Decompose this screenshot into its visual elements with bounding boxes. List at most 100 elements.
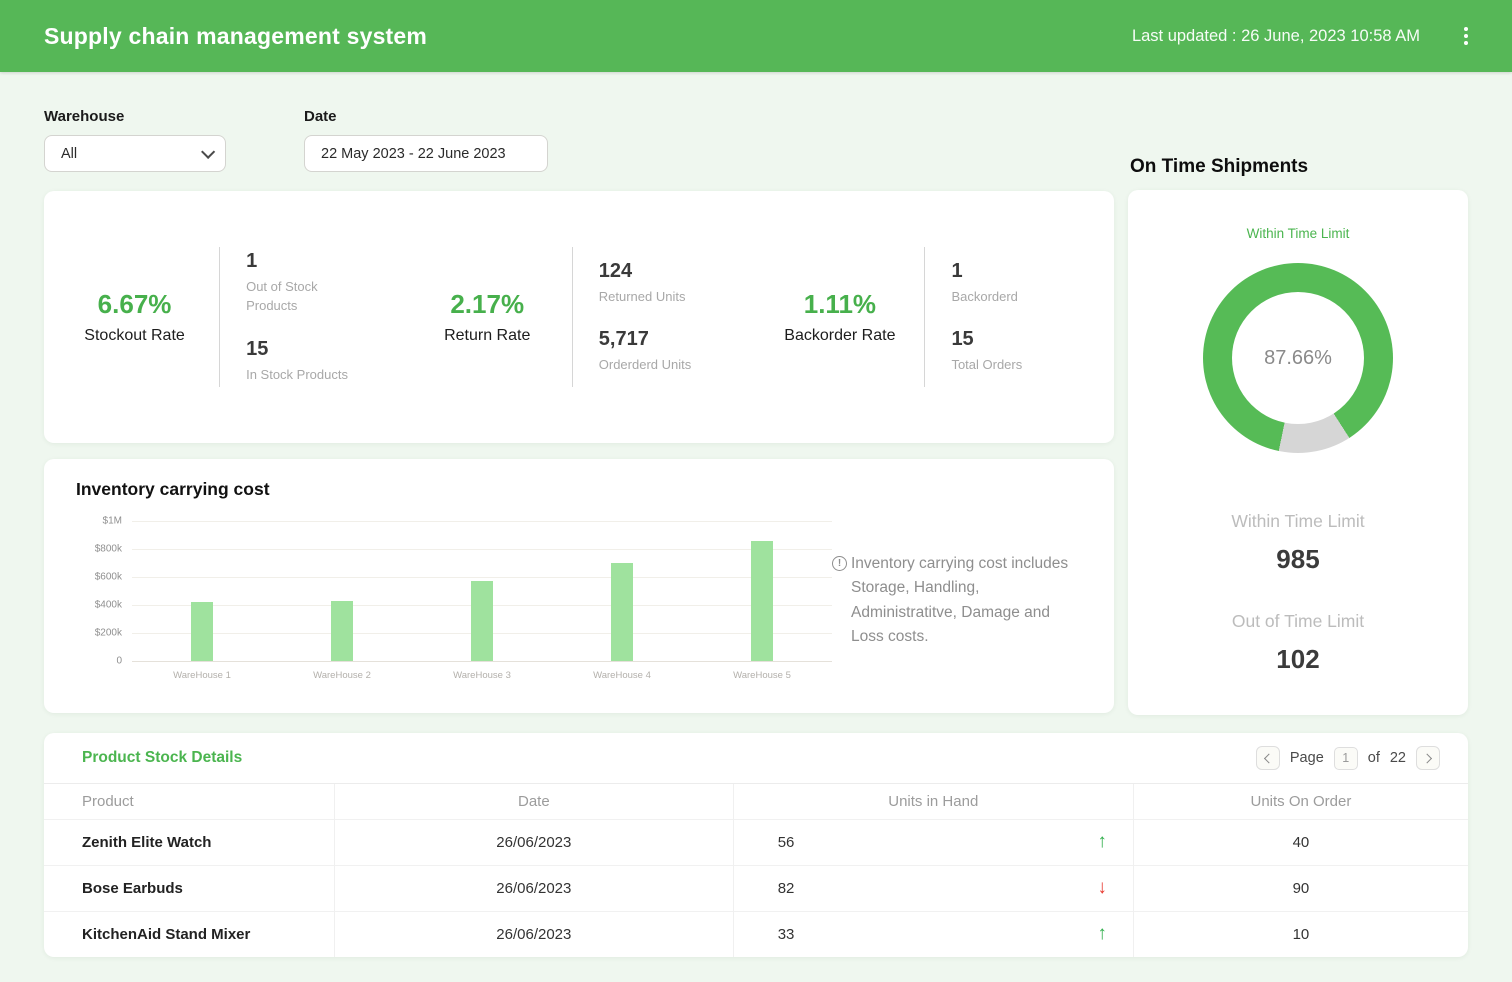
within-time-limit-value: 985 <box>1128 544 1468 575</box>
product-cell: KitchenAid Stand Mixer <box>44 911 334 957</box>
inventory-note: ! Inventory carrying cost includes Stora… <box>832 552 1082 648</box>
inventory-cost-card: Inventory carrying cost $1M$800k$600k$40… <box>44 459 1114 713</box>
units-on-order-cell: 10 <box>1133 911 1468 957</box>
x-axis-label: WareHouse 4 <box>552 670 692 681</box>
column-header-product: Product <box>44 784 334 819</box>
x-axis-label: WareHouse 1 <box>132 670 272 681</box>
gridline <box>132 661 832 662</box>
on-time-donut: 87.66% <box>1203 263 1393 453</box>
total-pages: 22 <box>1390 750 1406 766</box>
on-time-shipments-card: Within Time Limit 87.66% Within Time Lim… <box>1128 190 1468 715</box>
out-of-time-limit-value: 102 <box>1128 644 1468 675</box>
y-axis-tick: $600k <box>95 571 122 582</box>
date-cell: 26/06/2023 <box>334 819 733 865</box>
trend-up-arrow-icon: ↑ <box>1097 831 1107 853</box>
warehouse-label: Warehouse <box>44 108 226 125</box>
chevron-left-icon <box>1264 753 1274 763</box>
donut-top-label: Within Time Limit <box>1128 226 1468 241</box>
out-of-stock-label: Out of Stock Products <box>246 277 354 316</box>
date-range-value: 22 May 2023 - 22 June 2023 <box>321 146 506 162</box>
column-header-date: Date <box>334 784 733 819</box>
bar-y-axis: $1M$800k$600k$400k$200k0 <box>76 521 132 661</box>
app-title: Supply chain management system <box>44 23 427 50</box>
product-cell: Bose Earbuds <box>44 865 334 911</box>
units-in-hand-value: 33 <box>778 926 795 943</box>
on-time-shipments-title: On Time Shipments <box>1130 156 1468 178</box>
inventory-note-text: Inventory carrying cost includes Storage… <box>851 552 1082 648</box>
next-page-button[interactable] <box>1416 746 1440 770</box>
in-stock-value: 15 <box>246 338 403 361</box>
filters-row: Warehouse All Date 22 May 2023 - 22 June… <box>44 108 1114 172</box>
inventory-bar-chart: $1M$800k$600k$400k$200k0 WareHouse 1Ware… <box>76 521 832 681</box>
backordered-value: 1 <box>951 260 1108 283</box>
units-on-order-cell: 40 <box>1133 819 1468 865</box>
warehouse-selected-value: All <box>61 146 77 162</box>
app-header: Supply chain management system Last upda… <box>0 0 1512 72</box>
x-axis-label: WareHouse 2 <box>272 670 412 681</box>
kpi-group-backorder: 1.11% Backorder Rate 1 Backorderd 15 Tot… <box>755 191 1108 443</box>
units-in-hand-value: 82 <box>778 880 795 897</box>
column-header-units-on-order: Units On Order <box>1133 784 1468 819</box>
product-cell: Zenith Elite Watch <box>44 819 334 865</box>
trend-down-arrow-icon: ↓ <box>1097 877 1107 899</box>
bar-warehouse-2 <box>331 601 353 661</box>
trend-up-arrow-icon: ↑ <box>1097 923 1107 945</box>
bar-warehouse-4 <box>611 563 633 660</box>
return-rate-label: Return Rate <box>403 327 572 345</box>
product-table-body: Zenith Elite Watch 26/06/2023 56 ↑ 40 Bo… <box>44 819 1468 957</box>
stockout-rate-value: 6.67% <box>50 289 219 320</box>
table-header-row: Product Date Units in Hand Units On Orde… <box>44 784 1468 819</box>
units-in-hand-cell: 56 ↑ <box>733 819 1133 865</box>
ordered-units-value: 5,717 <box>599 328 756 351</box>
product-stock-title: Product Stock Details <box>82 749 242 767</box>
stockout-rate-label: Stockout Rate <box>50 327 219 345</box>
date-range-input[interactable]: 22 May 2023 - 22 June 2023 <box>304 135 548 172</box>
y-axis-tick: $1M <box>103 515 122 526</box>
bar-plot <box>132 521 832 661</box>
backorder-rate-label: Backorder Rate <box>755 327 924 345</box>
last-updated-text: Last updated : 26 June, 2023 10:58 AM <box>1132 27 1420 46</box>
units-on-order-cell: 90 <box>1133 865 1468 911</box>
y-axis-tick: 0 <box>116 655 122 666</box>
bar-warehouse-3 <box>471 581 493 660</box>
chevron-right-icon <box>1422 753 1432 763</box>
date-label: Date <box>304 108 548 125</box>
table-row: Zenith Elite Watch 26/06/2023 56 ↑ 40 <box>44 819 1468 865</box>
donut-center-value: 87.66% <box>1232 292 1364 424</box>
info-icon: ! <box>832 556 847 571</box>
out-of-time-limit-label: Out of Time Limit <box>1128 611 1468 632</box>
pagination: Page 1 of 22 <box>1256 746 1440 770</box>
out-of-stock-value: 1 <box>246 250 403 273</box>
x-axis-label: WareHouse 5 <box>692 670 832 681</box>
date-cell: 26/06/2023 <box>334 865 733 911</box>
return-rate-value: 2.17% <box>403 289 572 320</box>
warehouse-select[interactable]: All <box>44 135 226 172</box>
y-axis-tick: $200k <box>95 627 122 638</box>
units-in-hand-cell: 33 ↑ <box>733 911 1133 957</box>
bar-x-labels: WareHouse 1WareHouse 2WareHouse 3WareHou… <box>132 670 832 681</box>
y-axis-tick: $800k <box>95 543 122 554</box>
kpi-group-stockout: 6.67% Stockout Rate 1 Out of Stock Produ… <box>50 191 403 443</box>
total-orders-value: 15 <box>951 328 1108 351</box>
x-axis-label: WareHouse 3 <box>412 670 552 681</box>
bar-warehouse-5 <box>751 541 773 661</box>
returned-units-label: Returned Units <box>599 287 707 307</box>
page-number-input[interactable]: 1 <box>1334 747 1358 770</box>
kpi-group-return: 2.17% Return Rate 124 Returned Units 5,7… <box>403 191 756 443</box>
prev-page-button[interactable] <box>1256 746 1280 770</box>
table-row: Bose Earbuds 26/06/2023 82 ↓ 90 <box>44 865 1468 911</box>
backorder-rate-value: 1.11% <box>755 289 924 320</box>
in-stock-label: In Stock Products <box>246 365 354 385</box>
ordered-units-label: Orderderd Units <box>599 355 707 375</box>
kebab-menu-icon[interactable] <box>1460 23 1472 49</box>
units-in-hand-cell: 82 ↓ <box>733 865 1133 911</box>
total-orders-label: Total Orders <box>951 355 1059 375</box>
within-time-limit-label: Within Time Limit <box>1128 511 1468 532</box>
date-cell: 26/06/2023 <box>334 911 733 957</box>
y-axis-tick: $400k <box>95 599 122 610</box>
product-stock-table: Product Date Units in Hand Units On Orde… <box>44 784 1468 957</box>
table-row: KitchenAid Stand Mixer 26/06/2023 33 ↑ 1… <box>44 911 1468 957</box>
backordered-label: Backorderd <box>951 287 1059 307</box>
bar-warehouse-1 <box>191 602 213 660</box>
product-stock-card: Product Stock Details Page 1 of 22 Produ… <box>44 733 1468 957</box>
